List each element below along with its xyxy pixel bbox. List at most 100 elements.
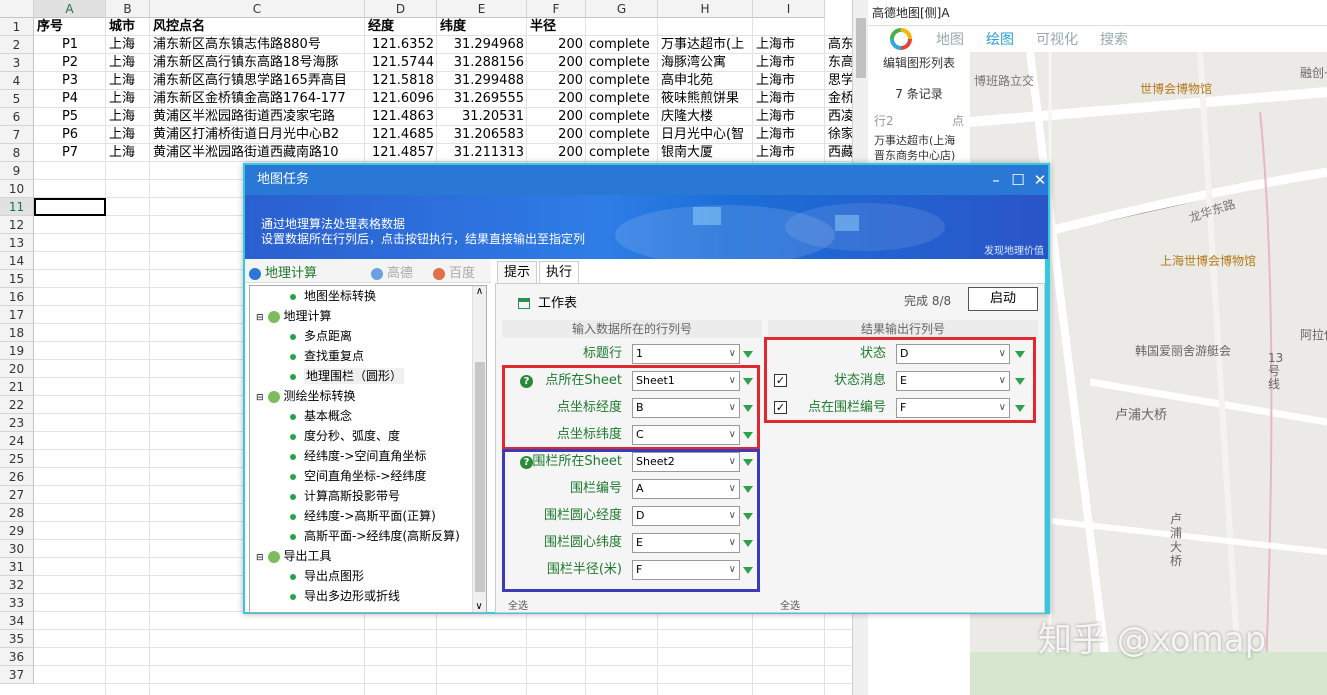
row-header[interactable]: 28 [0, 504, 34, 522]
row-header[interactable]: 34 [0, 612, 34, 630]
tree-item[interactable]: 地理围栏（圆形） [290, 366, 405, 386]
table-cell[interactable]: complete [586, 126, 658, 144]
minimize-icon[interactable]: – [985, 165, 1007, 195]
table-cell[interactable]: P7 [34, 144, 106, 162]
tree-item[interactable]: 地图坐标转换 [290, 286, 376, 306]
tree-group[interactable]: ⊟ 地理计算 [256, 306, 332, 326]
row-header[interactable]: 22 [0, 396, 34, 414]
header-cell[interactable]: 风控点名 [150, 18, 365, 36]
row-header[interactable]: 13 [0, 234, 34, 252]
table-cell[interactable]: 浦东新区高东镇志伟路880号 [150, 36, 365, 54]
tree-item[interactable]: 空间直角坐标->经纬度 [290, 466, 426, 486]
table-cell[interactable]: 上海市 [753, 126, 825, 144]
tree-scroll-thumb[interactable] [475, 362, 485, 592]
table-cell[interactable]: 121.4685 [365, 126, 437, 144]
table-cell[interactable]: 上海市 [753, 144, 825, 162]
table-cell[interactable]: 上海市 [753, 108, 825, 126]
table-cell[interactable]: 121.5818 [365, 72, 437, 90]
table-cell[interactable]: 200 [527, 108, 586, 126]
table-cell[interactable]: 上海市 [753, 36, 825, 54]
header-cell[interactable]: 半径 [527, 18, 586, 36]
table-cell[interactable]: 庆隆大楼 [658, 108, 753, 126]
select-all-input[interactable]: 全选 [508, 597, 528, 612]
row-header[interactable]: 33 [0, 594, 34, 612]
tree-item[interactable]: 查找重复点 [290, 346, 364, 366]
column-header-D[interactable]: D [365, 0, 437, 18]
fill-down-icon[interactable] [1015, 378, 1025, 385]
fill-down-icon[interactable] [743, 405, 753, 412]
map-tab-search[interactable]: 搜索 [1100, 29, 1128, 49]
table-cell[interactable]: 200 [527, 72, 586, 90]
map-tab-map[interactable]: 地图 [936, 29, 964, 49]
row-header[interactable]: 9 [0, 162, 34, 180]
header-cell[interactable]: 城市 [106, 18, 150, 36]
column-header-C[interactable]: C [150, 0, 365, 18]
row-header[interactable]: 23 [0, 414, 34, 432]
function-tree[interactable]: ∧ ∨ 地图坐标转换 ⊟ 地理计算 多点距离 查找重复点 地理围栏（圆形） ⊟ 测绘坐标转换基… [249, 285, 487, 613]
table-cell[interactable]: P1 [34, 36, 106, 54]
column-header-A[interactable]: A [34, 0, 106, 18]
table-cell[interactable]: P4 [34, 90, 106, 108]
fill-down-icon[interactable] [1015, 405, 1025, 412]
header-cell[interactable] [753, 18, 825, 36]
table-cell[interactable]: 上海 [106, 36, 150, 54]
table-cell[interactable]: complete [586, 72, 658, 90]
row-header[interactable]: 32 [0, 576, 34, 594]
column-header-E[interactable]: E [437, 0, 527, 18]
fill-down-icon[interactable] [743, 513, 753, 520]
output-select[interactable]: F ∨ [896, 398, 1010, 418]
column-header-B[interactable]: B [106, 0, 150, 18]
tree-scroll-up-icon[interactable]: ∧ [473, 286, 486, 297]
table-cell[interactable]: 121.6096 [365, 90, 437, 108]
table-cell[interactable]: P5 [34, 108, 106, 126]
tree-item[interactable]: 度分秒、弧度、度 [290, 426, 400, 446]
collapse-icon[interactable]: ⊟ [256, 313, 264, 323]
tab-baidu[interactable]: 百度 [433, 262, 475, 281]
output-select[interactable]: E ∨ [896, 371, 1010, 391]
table-cell[interactable]: 200 [527, 126, 586, 144]
row-header[interactable]: 25 [0, 450, 34, 468]
table-cell[interactable]: 200 [527, 90, 586, 108]
collapse-icon[interactable]: ⊟ [256, 393, 264, 403]
row-header[interactable]: 27 [0, 486, 34, 504]
table-cell[interactable]: 筱味熊煎饼果 [658, 90, 753, 108]
header-cell[interactable]: 序号 [34, 18, 106, 36]
table-cell[interactable]: 31.206583 [437, 126, 527, 144]
row-header[interactable]: 21 [0, 378, 34, 396]
table-cell[interactable]: 高申北苑 [658, 72, 753, 90]
fill-down-icon[interactable] [743, 540, 753, 547]
maximize-icon[interactable]: ☐ [1007, 165, 1029, 195]
column-header-G[interactable]: G [586, 0, 658, 18]
row-header[interactable]: 18 [0, 324, 34, 342]
row-header[interactable]: 35 [0, 630, 34, 648]
table-cell[interactable]: 黄浦区打浦桥街道日月光中心B2 [150, 126, 365, 144]
column-header-F[interactable]: F [527, 0, 586, 18]
fill-down-icon[interactable] [743, 378, 753, 385]
input-select[interactable]: F ∨ [632, 560, 740, 580]
header-cell[interactable]: 经度 [365, 18, 437, 36]
tree-group[interactable]: ⊟ 测绘坐标转换 [256, 386, 356, 406]
row-header[interactable]: 8 [0, 144, 34, 162]
row-header[interactable]: 20 [0, 360, 34, 378]
header-cell[interactable] [586, 18, 658, 36]
table-cell[interactable]: complete [586, 144, 658, 162]
active-cell-A11[interactable] [34, 198, 106, 216]
table-cell[interactable]: 海豚湾公寓 [658, 54, 753, 72]
input-select[interactable]: Sheet2 ∨ [632, 452, 740, 472]
table-cell[interactable]: complete [586, 108, 658, 126]
fill-down-icon[interactable] [743, 351, 753, 358]
map-tab-draw[interactable]: 绘图 [986, 29, 1014, 49]
close-icon[interactable]: ✕ [1029, 165, 1051, 195]
input-select[interactable]: B ∨ [632, 398, 740, 418]
row-header[interactable]: 15 [0, 270, 34, 288]
tab-geo-compute[interactable]: 地理计算 [249, 262, 317, 281]
input-select[interactable]: A ∨ [632, 479, 740, 499]
fill-down-icon[interactable] [1015, 351, 1025, 358]
table-cell[interactable]: 上海 [106, 90, 150, 108]
table-cell[interactable]: P6 [34, 126, 106, 144]
row-header[interactable]: 1 [0, 18, 34, 36]
row-header[interactable]: 19 [0, 342, 34, 360]
table-cell[interactable]: 200 [527, 54, 586, 72]
table-cell[interactable]: 31.269555 [437, 90, 527, 108]
table-cell[interactable]: 200 [527, 144, 586, 162]
